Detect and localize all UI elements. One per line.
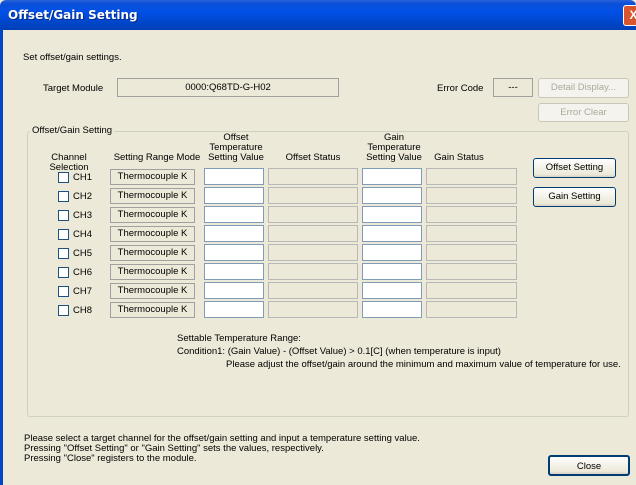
groupbox-label: Offset/Gain Setting (30, 125, 115, 136)
gain-status-field (426, 301, 517, 318)
setting-range-mode-field: Thermocouple K (110, 169, 195, 185)
setting-range-mode-field: Thermocouple K (110, 264, 195, 280)
gain-temperature-input[interactable] (362, 263, 422, 280)
offset-temperature-input[interactable] (204, 282, 264, 299)
channel-label: CH8 (73, 305, 93, 316)
header-setting-range-mode: Setting Range Mode (113, 152, 201, 163)
channel-checkbox[interactable] (58, 210, 69, 221)
error-code-label: Error Code (437, 83, 484, 94)
gain-temperature-input[interactable] (362, 206, 422, 223)
offset-status-field (268, 168, 358, 185)
gain-status-field (426, 263, 517, 280)
gain-setting-button[interactable]: Gain Setting (533, 187, 616, 207)
header-gain-temp-line3: Setting Value (366, 152, 422, 163)
error-clear-button[interactable]: Error Clear (538, 103, 629, 122)
gain-temperature-input[interactable] (362, 244, 422, 261)
offset-status-field (268, 206, 358, 223)
offset-status-field (268, 225, 358, 242)
window-title: Offset/Gain Setting (8, 8, 138, 22)
header-offset-temp-line3: Setting Value (208, 152, 264, 163)
header-gain-status: Gain Status (434, 152, 484, 163)
channel-label: CH2 (73, 191, 93, 202)
detail-display-button[interactable]: Detail Display... (538, 78, 629, 98)
offset-status-field (268, 263, 358, 280)
offset-temperature-input[interactable] (204, 225, 264, 242)
window-close-button[interactable]: X (623, 5, 636, 26)
setting-range-mode-field: Thermocouple K (110, 245, 195, 261)
target-module-label: Target Module (43, 83, 104, 94)
error-clear-label: Error Clear (560, 107, 607, 118)
setting-range-mode-field: Thermocouple K (110, 283, 195, 299)
channel-label: CH3 (73, 210, 93, 221)
channel-checkbox[interactable] (58, 229, 69, 240)
gain-temperature-input[interactable] (362, 225, 422, 242)
range-info-line3: Please adjust the offset/gain around the… (226, 359, 621, 370)
setting-range-mode-field: Thermocouple K (110, 226, 195, 242)
gain-setting-label: Gain Setting (548, 191, 601, 202)
gain-status-field (426, 168, 517, 185)
channel-checkbox[interactable] (58, 305, 69, 316)
channel-checkbox[interactable] (58, 191, 69, 202)
setting-range-mode-field: Thermocouple K (110, 188, 195, 204)
channel-label: CH7 (73, 286, 93, 297)
gain-status-field (426, 244, 517, 261)
offset-status-field (268, 187, 358, 204)
gain-status-field (426, 206, 517, 223)
setting-range-mode-field: Thermocouple K (110, 302, 195, 318)
header-offset-status: Offset Status (285, 152, 341, 163)
channel-checkbox[interactable] (58, 286, 69, 297)
offset-temperature-input[interactable] (204, 263, 264, 280)
channel-label: CH4 (73, 229, 93, 240)
header-channel-selection: Channel Selection (49, 152, 89, 173)
range-info-line2: Condition1: (Gain Value) - (Offset Value… (177, 346, 501, 357)
offset-status-field (268, 244, 358, 261)
close-button[interactable]: Close (548, 455, 630, 476)
error-code-value: --- (493, 78, 533, 97)
channel-checkbox[interactable] (58, 248, 69, 259)
gain-temperature-input[interactable] (362, 301, 422, 318)
offset-setting-label: Offset Setting (545, 162, 604, 173)
offset-temperature-input[interactable] (204, 244, 264, 261)
detail-display-label: Detail Display... (550, 82, 617, 93)
channel-checkbox[interactable] (58, 267, 69, 278)
channel-label: CH1 (73, 172, 93, 183)
gain-temperature-input[interactable] (362, 168, 422, 185)
channel-checkbox[interactable] (58, 172, 69, 183)
close-label: Close (576, 461, 602, 472)
gain-status-field (426, 282, 517, 299)
offset-status-field (268, 301, 358, 318)
gain-status-field (426, 187, 517, 204)
offset-temperature-input[interactable] (204, 168, 264, 185)
footer-line3: Pressing "Close" registers to the module… (24, 453, 197, 464)
offset-setting-button[interactable]: Offset Setting (533, 158, 616, 178)
range-info-line1: Settable Temperature Range: (177, 333, 301, 344)
title-bar: Offset/Gain Setting X (0, 0, 636, 30)
gain-status-field (426, 225, 517, 242)
gain-temperature-input[interactable] (362, 187, 422, 204)
offset-temperature-input[interactable] (204, 187, 264, 204)
target-module-value: 0000:Q68TD-G-H02 (117, 78, 339, 97)
offset-status-field (268, 282, 358, 299)
channel-label: CH6 (73, 267, 93, 278)
channel-label: CH5 (73, 248, 93, 259)
intro-text: Set offset/gain settings. (23, 52, 122, 63)
gain-temperature-input[interactable] (362, 282, 422, 299)
offset-temperature-input[interactable] (204, 301, 264, 318)
offset-temperature-input[interactable] (204, 206, 264, 223)
setting-range-mode-field: Thermocouple K (110, 207, 195, 223)
